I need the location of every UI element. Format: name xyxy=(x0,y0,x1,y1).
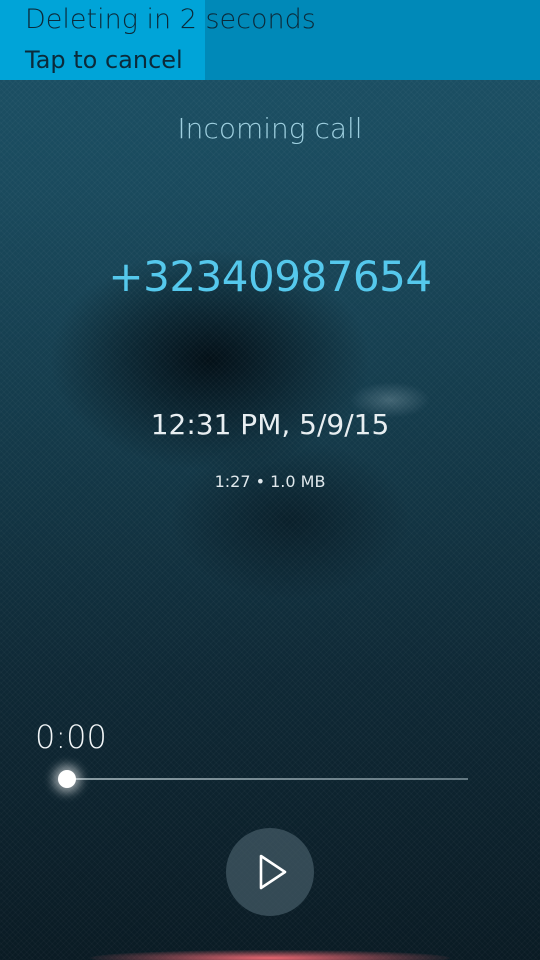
slider-handle[interactable] xyxy=(58,770,76,788)
playback-position: 0:00 xyxy=(35,718,107,756)
phone-number: +32340987654 xyxy=(108,252,432,301)
call-type-label: Incoming call xyxy=(177,112,363,145)
recording-detail-screen: Deleting in 2 seconds Tap to cancel Inco… xyxy=(0,0,540,960)
remorse-title: Deleting in 2 seconds xyxy=(25,4,316,35)
recording-duration-size: 1:27 • 1.0 MB xyxy=(214,472,326,491)
slider-track xyxy=(67,778,468,780)
pulley-indicator xyxy=(90,950,450,960)
remorse-banner[interactable]: Deleting in 2 seconds Tap to cancel xyxy=(0,0,540,80)
recording-datetime: 12:31 PM, 5/9/15 xyxy=(150,408,390,441)
playback-slider[interactable] xyxy=(40,755,480,805)
play-button[interactable] xyxy=(226,828,314,916)
play-icon xyxy=(259,854,287,890)
remorse-cancel-hint: Tap to cancel xyxy=(25,46,183,74)
